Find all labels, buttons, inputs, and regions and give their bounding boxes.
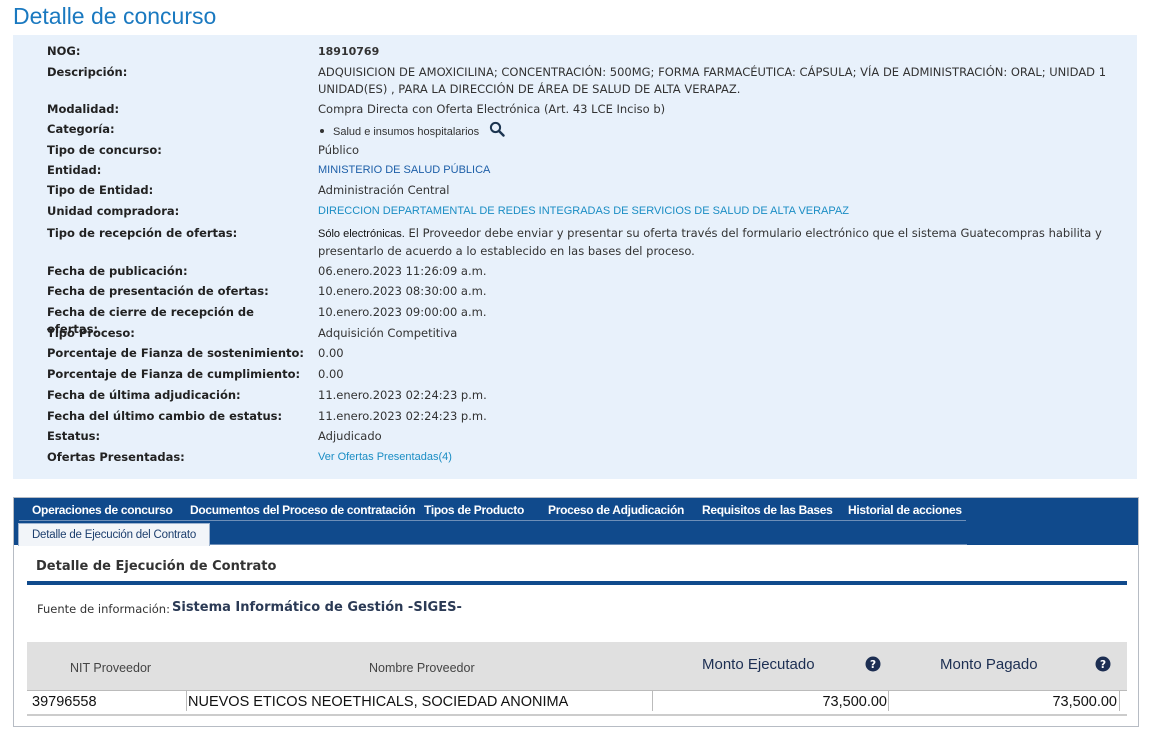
help-icon[interactable]: ?: [1095, 656, 1111, 672]
tab-historial[interactable]: Historial de acciones: [848, 503, 962, 517]
detail-value: Compra Directa con Oferta Electrónica (A…: [318, 102, 666, 116]
column-divider: [888, 691, 889, 711]
detail-value: Adquisición Competitiva: [318, 326, 458, 340]
detail-label: NOG:: [47, 44, 81, 58]
detail-value-line: UNIDAD(ES) , PARA LA DIRECCIÓN DE ÁREA D…: [318, 82, 741, 96]
header-nombre: Nombre Proveedor: [369, 661, 475, 675]
tab-operaciones[interactable]: Operaciones de concurso: [32, 503, 173, 517]
detail-label: Fecha del último cambio de estatus:: [47, 409, 283, 423]
details-panel: NOG: 18910769 Descripción: ADQUISICION D…: [13, 35, 1137, 479]
detail-value: 11.enero.2023 02:24:23 p.m.: [318, 388, 487, 402]
section-rule: [27, 581, 1127, 585]
cell-nit: 39796558: [32, 694, 97, 710]
bullet-icon: [320, 128, 324, 133]
detail-value: 06.enero.2023 11:26:09 a.m.: [318, 264, 487, 278]
detail-value: 18910769: [318, 45, 380, 58]
detail-value: Público: [318, 143, 360, 157]
cell-monto-pagado: 73,500.00: [1052, 694, 1117, 710]
search-icon[interactable]: [489, 121, 505, 142]
tab-requisitos[interactable]: Requisitos de las Bases: [702, 503, 833, 517]
detail-label: Ofertas Presentadas:: [47, 450, 185, 464]
detail-value-line: presentarlo de acuerdo a lo establecido …: [318, 244, 695, 258]
tab-bar: Operaciones de concurso Documentos del P…: [14, 498, 1138, 546]
page-title: Detalle de concurso: [13, 3, 217, 29]
detail-label: Tipo de concurso:: [47, 143, 162, 157]
detail-value-line: El Proveedor debe enviar y presentar su …: [404, 226, 1102, 240]
detail-label: Porcentaje de Fianza de sostenimiento:: [47, 346, 305, 360]
detail-value: ADQUISICION DE AMOXICILINA; CONCENTRACIÓ…: [318, 64, 1108, 98]
detail-label: Fecha de última adjudicación:: [47, 388, 241, 402]
entity-link[interactable]: MINISTERIO DE SALUD PÚBLICA: [318, 162, 1108, 179]
detail-label: Tipo de recepción de ofertas:: [47, 226, 238, 240]
detail-label: Tipo de Entidad:: [47, 183, 154, 197]
detail-label: Estatus:: [47, 429, 101, 443]
detail-value: Salud e insumos hospitalarios: [318, 121, 1108, 142]
detail-value: 10.enero.2023 09:00:00 a.m.: [318, 305, 487, 319]
table-header: NIT Proveedor Nombre Proveedor Monto Eje…: [27, 642, 1127, 694]
detail-value: 10.enero.2023 08:30:00 a.m.: [318, 284, 487, 298]
detail-label: Unidad compradora:: [47, 204, 180, 218]
cell-monto-ejecutado: 73,500.00: [822, 694, 887, 710]
svg-text:?: ?: [870, 659, 876, 671]
detail-label: Tipo Proceso:: [47, 326, 135, 340]
detail-label: Categoría:: [47, 122, 115, 136]
category-item: Salud e insumos hospitalarios: [333, 126, 480, 138]
header-monto-ejecutado: Monto Ejecutado: [702, 656, 815, 673]
tab-documentos[interactable]: Documentos del Proceso de contratación: [190, 503, 416, 517]
detail-label: Entidad:: [47, 163, 102, 177]
column-divider: [652, 691, 653, 711]
column-divider: [186, 691, 187, 711]
section-title: Detalle de Ejecución de Contrato: [36, 559, 277, 574]
cell-nombre: NUEVOS ETICOS NEOETHICALS, SOCIEDAD ANON…: [188, 694, 569, 710]
svg-text:?: ?: [1100, 659, 1106, 671]
detail-value: Sólo electrónicas. El Proveedor debe env…: [318, 225, 1108, 260]
tab-tipos-producto[interactable]: Tipos de Producto: [424, 503, 524, 517]
detail-value-line: ADQUISICION DE AMOXICILINA; CONCENTRACIÓ…: [318, 65, 1107, 79]
fuente-value: Sistema Informático de Gestión -SIGES-: [172, 600, 462, 615]
detail-value-prefix: Sólo electrónicas.: [318, 228, 405, 240]
detail-value: 11.enero.2023 02:24:23 p.m.: [318, 409, 487, 423]
detail-label: Fecha de presentación de ofertas:: [47, 284, 269, 298]
detail-value: Adjudicado: [318, 429, 382, 443]
detail-value: 0.00: [318, 346, 344, 360]
detail-value: 0.00: [318, 367, 344, 381]
tab-proceso-adjudicacion[interactable]: Proceso de Adjudicación: [548, 503, 684, 517]
tab-divider: [210, 544, 967, 545]
header-nit: NIT Proveedor: [70, 661, 152, 675]
ver-ofertas-link[interactable]: Ver Ofertas Presentadas(4): [318, 449, 1108, 466]
table-row: 39796558 NUEVOS ETICOS NEOETHICALS, SOCI…: [27, 690, 1127, 716]
detail-label: Descripción:: [47, 65, 128, 79]
contract-panel: Operaciones de concurso Documentos del P…: [13, 497, 1139, 727]
fuente-label: Fuente de información:: [37, 602, 170, 616]
unidad-compradora-link[interactable]: DIRECCION DEPARTAMENTAL DE REDES INTEGRA…: [318, 203, 1108, 220]
detail-value: Administración Central: [318, 183, 450, 197]
column-divider: [1119, 691, 1120, 711]
detail-label: Porcentaje de Fianza de cumplimiento:: [47, 367, 301, 381]
detail-label: Fecha de publicación:: [47, 264, 188, 278]
help-icon[interactable]: ?: [865, 656, 881, 672]
header-monto-pagado: Monto Pagado: [940, 656, 1038, 673]
detail-label: Modalidad:: [47, 102, 120, 116]
tab-detalle-ejecucion[interactable]: Detalle de Ejecución del Contrato: [18, 523, 210, 546]
tab-divider: [19, 520, 966, 521]
